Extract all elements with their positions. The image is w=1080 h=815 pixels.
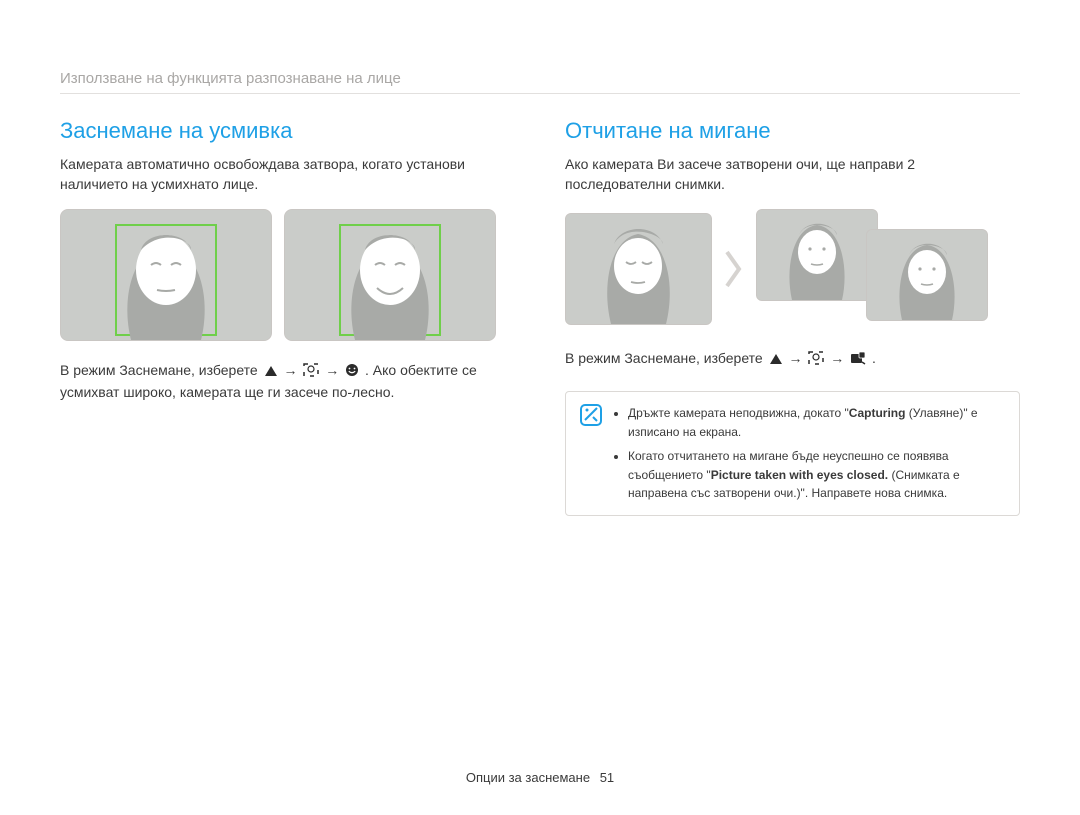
smile-caption: В режим Заснемане, изберете → → . Ако об…	[60, 359, 515, 404]
blink-mode-icon	[850, 351, 866, 365]
section-title-blink: Отчитане на мигане	[565, 118, 1020, 144]
smile-thumb-neutral	[60, 209, 272, 341]
content-columns: Заснемане на усмивка Камерата автоматичн…	[60, 118, 1020, 516]
section-title-smile: Заснемане на усмивка	[60, 118, 515, 144]
section-body-blink: Ако камерата Ви засече затворени очи, ще…	[565, 154, 1020, 195]
footer-section: Опции за заснемане	[466, 770, 590, 785]
info-note-icon	[580, 404, 602, 426]
face-open-illustration	[757, 210, 877, 300]
note-box: Дръжте камерата неподвижна, докато "Capt…	[565, 391, 1020, 516]
page-footer: Опции за заснемане 51	[0, 770, 1080, 785]
manual-page: Използване на функцията разпознаване на …	[0, 0, 1080, 516]
face-detect-off-icon	[303, 363, 319, 377]
right-column: Отчитане на мигане Ако камерата Ви засеч…	[565, 118, 1020, 516]
blink-thumb-row	[565, 209, 1020, 329]
smile-caption-pre: В режим Заснемане, изберете	[60, 362, 262, 378]
arrow-icon: →	[830, 350, 844, 366]
face-detect-off-icon	[808, 351, 824, 365]
breadcrumb: Използване на функцията разпознаване на …	[60, 70, 1020, 94]
smile-thumb-smiling	[284, 209, 496, 341]
up-triangle-icon	[264, 365, 278, 377]
section-body-smile: Камерата автоматично освобождава затвора…	[60, 154, 515, 195]
face-open-illustration	[867, 230, 987, 320]
face-neutral-illustration	[61, 210, 271, 340]
face-eyes-closed-illustration	[566, 214, 711, 324]
footer-page-number: 51	[600, 770, 614, 785]
arrow-icon: →	[325, 362, 339, 378]
blink-caption-post: .	[872, 350, 876, 366]
blink-result-thumb-2	[866, 229, 988, 321]
blink-thumb-closed	[565, 213, 712, 325]
note-item-2: Когато отчитането на мигане бъде неуспеш…	[628, 447, 1005, 503]
blink-result-thumb-1	[756, 209, 878, 301]
chevron-right-icon	[724, 249, 744, 289]
arrow-icon: →	[283, 362, 297, 378]
smile-mode-icon	[345, 363, 359, 377]
note-icon	[580, 404, 602, 503]
smile-thumb-row	[60, 209, 515, 341]
arrow-separator	[724, 249, 744, 289]
face-smiling-illustration	[285, 210, 495, 340]
up-triangle-icon	[769, 353, 783, 365]
left-column: Заснемане на усмивка Камерата автоматичн…	[60, 118, 515, 516]
note-item-1: Дръжте камерата неподвижна, докато "Capt…	[628, 404, 1005, 441]
blink-caption: В режим Заснемане, изберете → → .	[565, 347, 1020, 369]
arrow-icon: →	[788, 350, 802, 366]
blink-caption-pre: В режим Заснемане, изберете	[565, 350, 767, 366]
note-list: Дръжте камерата неподвижна, докато "Capt…	[612, 404, 1005, 503]
blink-result-stack	[756, 209, 1006, 329]
